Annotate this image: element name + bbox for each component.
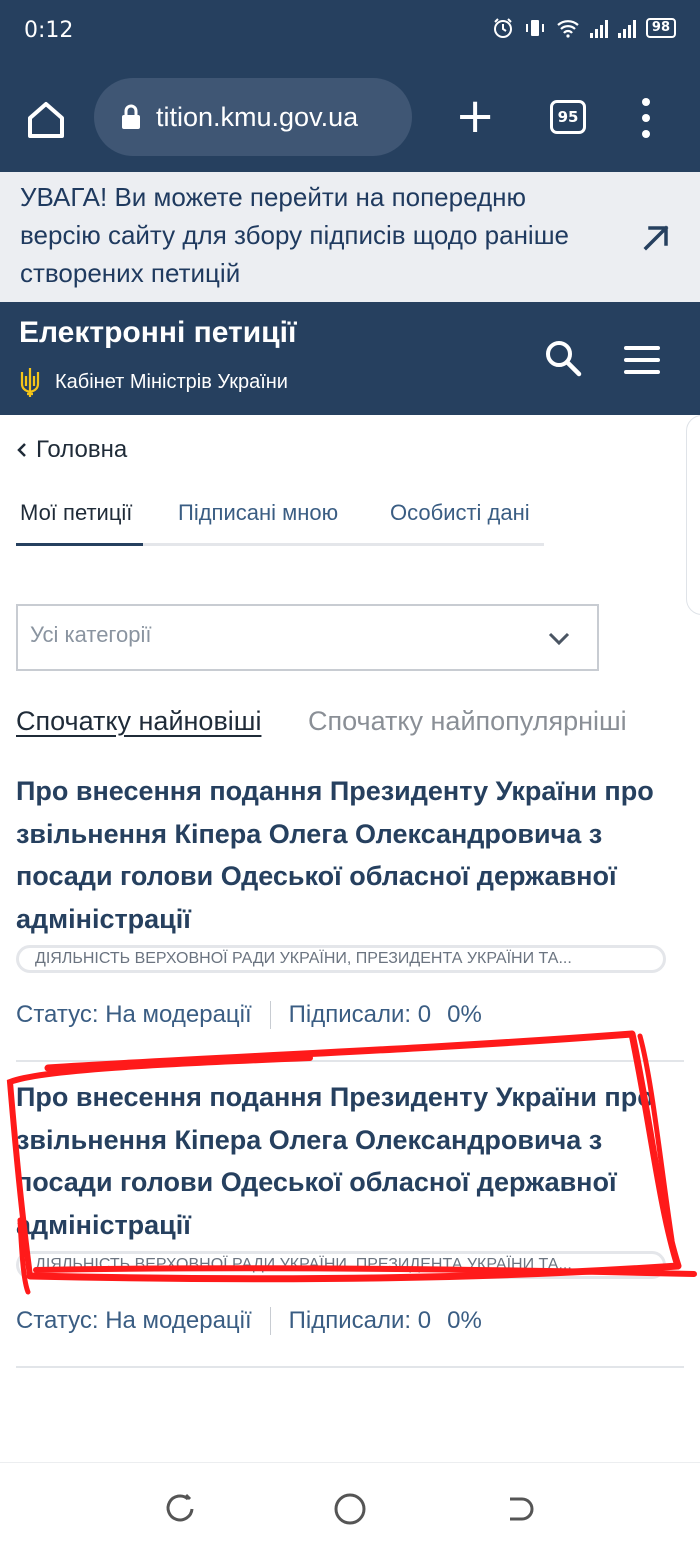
petition-signed-count: Підписали: 0: [288, 1001, 432, 1028]
tab-switcher-button[interactable]: 95: [550, 100, 586, 134]
tab-my-petitions[interactable]: Мої петиції: [20, 500, 132, 526]
chevron-left-icon: [17, 443, 26, 457]
petition-title[interactable]: Про внесення подання Президенту України …: [16, 1076, 676, 1246]
lock-icon: [122, 104, 140, 129]
active-tab-indicator: [16, 543, 143, 546]
browser-menu-icon[interactable]: [636, 98, 656, 138]
home-nav-icon[interactable]: [332, 1491, 368, 1527]
account-tabs: Мої петиції Підписані мною Особисті дані: [16, 498, 544, 546]
site-header: Електронні петиції Кабінет Міністрів Укр…: [0, 302, 700, 415]
back-icon[interactable]: [500, 1491, 536, 1527]
petition-title[interactable]: Про внесення подання Президенту України …: [16, 770, 676, 940]
petition-status: Статус: На модерації: [16, 1001, 252, 1028]
tab-signed-by-me[interactable]: Підписані мною: [178, 500, 338, 526]
petition-card: Про внесення подання Президенту України …: [16, 1076, 684, 1368]
system-nav-bar: [0, 1462, 700, 1555]
alarm-icon: [493, 18, 512, 38]
battery-icon: 98: [645, 18, 676, 38]
petition-category-badge: ДІЯЛЬНІСТЬ ВЕРХОВНОЇ РАДИ УКРАЇНИ, ПРЕЗИ…: [16, 945, 666, 973]
url-text: tition.kmu.gov.ua: [156, 101, 359, 132]
home-icon[interactable]: [22, 96, 70, 144]
petition-signed-count: Підписали: 0: [288, 1307, 432, 1334]
status-icons: 98: [492, 17, 676, 39]
site-subtitle-text: Кабінет Міністрів України: [55, 370, 288, 393]
vibrate-icon: [525, 20, 544, 36]
breadcrumb-home-link[interactable]: Головна: [36, 436, 127, 464]
tab-personal-data[interactable]: Особисті дані: [390, 500, 530, 526]
sort-popular[interactable]: Спочатку найпопулярніші: [308, 706, 627, 737]
recents-icon[interactable]: [162, 1491, 198, 1527]
status-time: 0:12: [24, 18, 74, 43]
meta-divider: [269, 1307, 271, 1335]
sort-newest[interactable]: Спочатку найновіші: [16, 706, 261, 737]
signal-icon-2: [617, 18, 636, 38]
status-bar: 0:12 98: [0, 0, 700, 64]
category-select[interactable]: Усі категорії: [16, 604, 599, 671]
chevron-down-icon: [548, 632, 570, 646]
signal-icon-1: [589, 18, 608, 38]
petition-card: Про внесення подання Президенту України …: [16, 770, 684, 1062]
breadcrumb[interactable]: Головна: [16, 436, 127, 464]
search-icon[interactable]: [543, 338, 583, 378]
new-tab-button[interactable]: +: [455, 92, 495, 142]
site-title[interactable]: Електронні петиції: [19, 316, 296, 350]
url-bar[interactable]: tition.kmu.gov.ua: [94, 78, 412, 156]
trident-emblem-icon: [20, 368, 40, 397]
external-link-arrow-icon[interactable]: [640, 222, 672, 254]
notice-text: УВАГА! Ви можете перейти на попередню ве…: [20, 182, 570, 288]
petition-percent: 0%: [447, 1307, 482, 1334]
floating-card-edge: [686, 415, 700, 615]
petition-status: Статус: На модерації: [16, 1307, 252, 1334]
petition-meta: Статус: На модерації Підписали: 0 0%: [16, 1301, 684, 1341]
petition-category-badge: ДІЯЛЬНІСТЬ ВЕРХОВНОЇ РАДИ УКРАЇНИ, ПРЕЗИ…: [16, 1251, 666, 1279]
hamburger-menu-icon[interactable]: [624, 346, 660, 374]
site-subtitle: Кабінет Міністрів України: [19, 366, 288, 398]
browser-toolbar: tition.kmu.gov.ua + 95: [0, 64, 700, 172]
petition-meta: Статус: На модерації Підписали: 0 0%: [16, 995, 684, 1035]
category-select-value: Усі категорії: [30, 622, 152, 647]
wifi-icon: [557, 20, 579, 38]
petition-percent: 0%: [447, 1001, 482, 1028]
meta-divider: [269, 1001, 271, 1029]
notice-banner[interactable]: УВАГА! Ви можете перейти на попередню ве…: [0, 172, 700, 302]
